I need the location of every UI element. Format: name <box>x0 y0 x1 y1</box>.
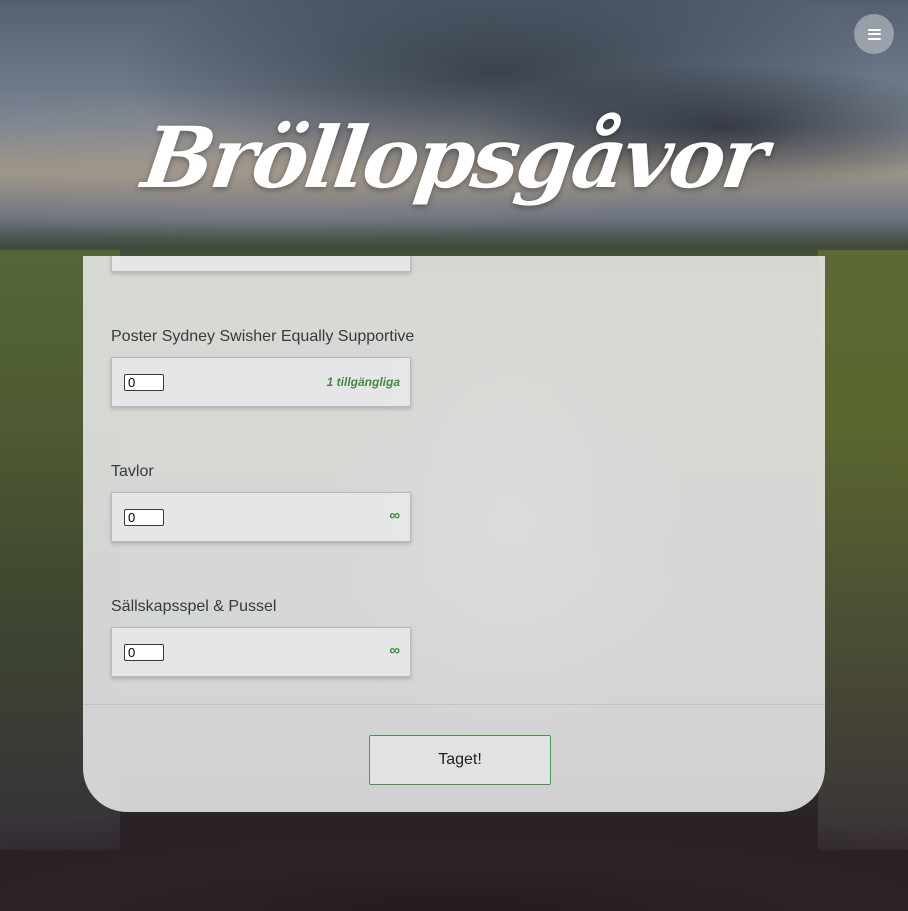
gift-label: Poster Sydney Swisher Equally Supportive <box>111 328 415 345</box>
page-title: Bröllopsgåvor <box>136 108 772 207</box>
infinity-icon: ∞ <box>389 642 400 659</box>
gift-list-panel: Poster Sydney Swisher Equally Supportive… <box>83 256 825 812</box>
gift-quantity-box: ∞ <box>111 492 411 542</box>
divider <box>83 704 825 705</box>
gift-quantity-input[interactable] <box>124 374 164 391</box>
gift-quantity-input[interactable] <box>124 509 164 526</box>
background-field-right <box>818 250 908 850</box>
gift-quantity-box: 1 tillgängliga <box>111 357 411 407</box>
gift-label: Sällskapsspel & Pussel <box>111 598 277 615</box>
hamburger-menu-icon <box>867 28 881 40</box>
gift-quantity-box <box>111 256 411 272</box>
gift-label: Tavlor <box>111 463 154 480</box>
availability-text: 1 tillgängliga <box>326 375 400 389</box>
submit-button[interactable]: Taget! <box>369 735 551 785</box>
gift-quantity-input[interactable] <box>124 644 164 661</box>
menu-button[interactable] <box>854 14 894 54</box>
infinity-icon: ∞ <box>389 507 400 524</box>
gift-quantity-box: ∞ <box>111 627 411 677</box>
